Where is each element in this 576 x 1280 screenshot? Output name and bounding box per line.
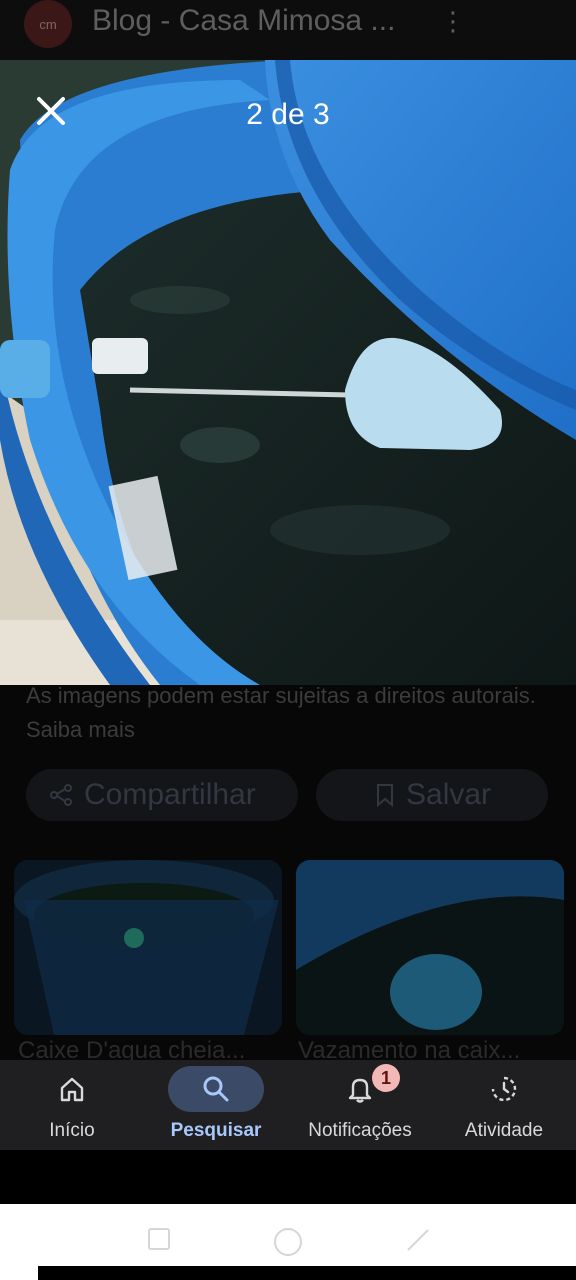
- more-options-icon: ⋮: [440, 6, 466, 36]
- tank-thumbnail: [14, 860, 282, 1035]
- nav-search-label: Pesquisar: [170, 1120, 262, 1141]
- home-system-button[interactable]: [272, 1226, 304, 1263]
- site-logo: cm: [24, 0, 72, 48]
- dimmed-results: As imagens podem estar sujeitas a direit…: [0, 685, 576, 1060]
- recents-icon: [148, 1228, 170, 1250]
- spacer: [0, 1150, 576, 1204]
- related-caption-1: Caixe D'agua cheia...: [18, 1037, 246, 1060]
- float-ball-thumbnail: [296, 860, 564, 1035]
- nav-notifications[interactable]: 1 Notificações: [288, 1060, 432, 1150]
- nav-search[interactable]: Pesquisar: [144, 1060, 288, 1150]
- nav-activity-label: Atividade: [464, 1120, 544, 1141]
- water-tank-image: [0, 60, 576, 685]
- home-circle-icon: [274, 1228, 302, 1256]
- nav-home[interactable]: Início: [0, 1060, 144, 1150]
- back-button[interactable]: [404, 1226, 432, 1259]
- nav-activity[interactable]: Atividade: [432, 1060, 576, 1150]
- save-button[interactable]: Salvar: [316, 769, 548, 821]
- share-button[interactable]: Compartilhar: [26, 769, 298, 821]
- nav-home-label: Início: [49, 1120, 95, 1141]
- notification-badge: 1: [372, 1064, 400, 1092]
- search-icon: [203, 1076, 229, 1102]
- recents-button[interactable]: [146, 1226, 172, 1257]
- related-caption-2: Vazamento na caix...: [298, 1037, 521, 1060]
- activity-icon: [491, 1076, 517, 1102]
- background-header: cm Blog - Casa Mimosa ... ⋮: [0, 0, 576, 60]
- related-image-2[interactable]: [296, 860, 564, 1035]
- save-label: Salvar: [406, 778, 492, 811]
- bottom-navigation: Início Pesquisar 1 Notificações Atividad…: [0, 1060, 576, 1150]
- image-viewer[interactable]: [0, 60, 576, 685]
- bell-icon: [348, 1078, 372, 1103]
- bottom-edge: [38, 1266, 576, 1280]
- image-counter: 2 de 3: [246, 98, 330, 131]
- home-icon: [60, 1077, 84, 1102]
- page-title: Blog - Casa Mimosa ...: [92, 4, 396, 37]
- nav-notifications-label: Notificações: [308, 1120, 412, 1141]
- back-icon: [407, 1229, 429, 1251]
- copyright-notice: As imagens podem estar sujeitas a direit…: [26, 685, 536, 742]
- share-icon: [48, 782, 74, 808]
- share-label: Compartilhar: [84, 778, 256, 811]
- bookmark-icon: [374, 782, 396, 808]
- related-image-1[interactable]: [14, 860, 282, 1035]
